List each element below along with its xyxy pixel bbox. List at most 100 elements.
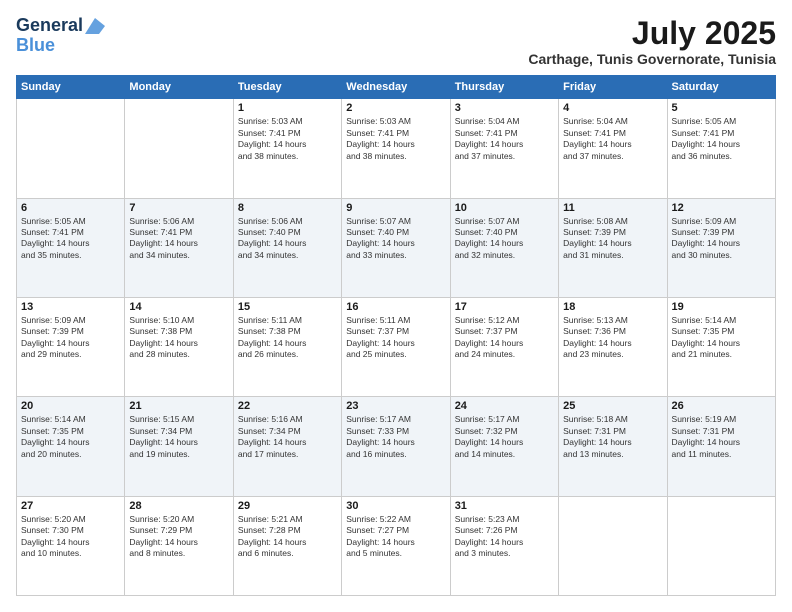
week-row-5: 27Sunrise: 5:20 AM Sunset: 7:30 PM Dayli… bbox=[17, 496, 776, 595]
day-cell: 18 Sunrise: 5:13 AM Sunset: 7:36 PM Dayli… bbox=[559, 297, 667, 396]
day-number: 10 bbox=[455, 202, 554, 214]
day-number: 30 bbox=[346, 500, 445, 512]
day-cell: 16 Sunrise: 5:11 AM Sunset: 7:37 PM Dayli… bbox=[342, 297, 450, 396]
day-number: 7 bbox=[129, 202, 228, 214]
day-info: Sunrise: 5:08 AM Sunset: 7:39 PM Dayligh… bbox=[563, 216, 662, 262]
day-cell: 2 Sunrise: 5:03 AM Sunset: 7:41 PM Daylig… bbox=[342, 99, 450, 198]
day-number: 11 bbox=[563, 202, 662, 214]
day-cell: 24 Sunrise: 5:17 AM Sunset: 7:32 PM Dayli… bbox=[450, 397, 558, 496]
day-number: 18 bbox=[563, 301, 662, 313]
day-cell: 22 Sunrise: 5:16 AM Sunset: 7:34 PM Dayli… bbox=[233, 397, 341, 496]
day-info: Sunrise: 5:14 AM Sunset: 7:35 PM Dayligh… bbox=[672, 315, 771, 361]
day-info: Sunrise: 5:07 AM Sunset: 7:40 PM Dayligh… bbox=[346, 216, 445, 262]
day-number: 14 bbox=[129, 301, 228, 313]
logo-text-general: General bbox=[16, 16, 83, 36]
day-cell bbox=[559, 496, 667, 595]
day-info: Sunrise: 5:11 AM Sunset: 7:37 PM Dayligh… bbox=[346, 315, 445, 361]
day-number: 24 bbox=[455, 400, 554, 412]
title-block: July 2025 Carthage, Tunis Governorate, T… bbox=[528, 16, 776, 67]
day-cell: 30Sunrise: 5:22 AM Sunset: 7:27 PM Dayli… bbox=[342, 496, 450, 595]
day-info: Sunrise: 5:18 AM Sunset: 7:31 PM Dayligh… bbox=[563, 414, 662, 460]
day-number: 22 bbox=[238, 400, 337, 412]
day-number: 8 bbox=[238, 202, 337, 214]
header-cell-friday: Friday bbox=[559, 76, 667, 99]
day-number: 4 bbox=[563, 102, 662, 114]
day-info: Sunrise: 5:14 AM Sunset: 7:35 PM Dayligh… bbox=[21, 414, 120, 460]
day-number: 17 bbox=[455, 301, 554, 313]
day-number: 28 bbox=[129, 500, 228, 512]
day-number: 19 bbox=[672, 301, 771, 313]
header-cell-monday: Monday bbox=[125, 76, 233, 99]
day-cell: 23 Sunrise: 5:17 AM Sunset: 7:33 PM Dayli… bbox=[342, 397, 450, 496]
day-info: Sunrise: 5:20 AM Sunset: 7:29 PM Dayligh… bbox=[129, 514, 228, 560]
day-cell: 26Sunrise: 5:19 AM Sunset: 7:31 PM Dayli… bbox=[667, 397, 775, 496]
day-info: Sunrise: 5:05 AM Sunset: 7:41 PM Dayligh… bbox=[21, 216, 120, 262]
day-cell: 6Sunrise: 5:05 AM Sunset: 7:41 PM Daylig… bbox=[17, 198, 125, 297]
day-number: 25 bbox=[563, 400, 662, 412]
week-row-1: 1 Sunrise: 5:03 AM Sunset: 7:41 PM Daylig… bbox=[17, 99, 776, 198]
header-cell-sunday: Sunday bbox=[17, 76, 125, 99]
day-cell: 1 Sunrise: 5:03 AM Sunset: 7:41 PM Daylig… bbox=[233, 99, 341, 198]
day-number: 13 bbox=[21, 301, 120, 313]
calendar-body: 1 Sunrise: 5:03 AM Sunset: 7:41 PM Daylig… bbox=[17, 99, 776, 596]
day-number: 31 bbox=[455, 500, 554, 512]
day-cell: 27Sunrise: 5:20 AM Sunset: 7:30 PM Dayli… bbox=[17, 496, 125, 595]
day-cell: 17 Sunrise: 5:12 AM Sunset: 7:37 PM Dayli… bbox=[450, 297, 558, 396]
day-cell: 9 Sunrise: 5:07 AM Sunset: 7:40 PM Daylig… bbox=[342, 198, 450, 297]
month-year-title: July 2025 bbox=[528, 16, 776, 51]
day-info: Sunrise: 5:17 AM Sunset: 7:32 PM Dayligh… bbox=[455, 414, 554, 460]
day-info: Sunrise: 5:06 AM Sunset: 7:40 PM Dayligh… bbox=[238, 216, 337, 262]
day-cell: 13 Sunrise: 5:09 AM Sunset: 7:39 PM Dayli… bbox=[17, 297, 125, 396]
day-cell: 8 Sunrise: 5:06 AM Sunset: 7:40 PM Daylig… bbox=[233, 198, 341, 297]
day-cell: 5Sunrise: 5:05 AM Sunset: 7:41 PM Daylig… bbox=[667, 99, 775, 198]
day-number: 2 bbox=[346, 102, 445, 114]
day-cell: 10 Sunrise: 5:07 AM Sunset: 7:40 PM Dayli… bbox=[450, 198, 558, 297]
day-cell: 20 Sunrise: 5:14 AM Sunset: 7:35 PM Dayli… bbox=[17, 397, 125, 496]
day-cell: 12Sunrise: 5:09 AM Sunset: 7:39 PM Dayli… bbox=[667, 198, 775, 297]
header: General Blue July 2025 Carthage, Tunis G… bbox=[16, 16, 776, 67]
week-row-4: 20 Sunrise: 5:14 AM Sunset: 7:35 PM Dayli… bbox=[17, 397, 776, 496]
day-info: Sunrise: 5:17 AM Sunset: 7:33 PM Dayligh… bbox=[346, 414, 445, 460]
week-row-2: 6Sunrise: 5:05 AM Sunset: 7:41 PM Daylig… bbox=[17, 198, 776, 297]
day-cell: 31 Sunrise: 5:23 AM Sunset: 7:26 PM Dayli… bbox=[450, 496, 558, 595]
day-number: 1 bbox=[238, 102, 337, 114]
day-info: Sunrise: 5:06 AM Sunset: 7:41 PM Dayligh… bbox=[129, 216, 228, 262]
header-cell-thursday: Thursday bbox=[450, 76, 558, 99]
day-number: 9 bbox=[346, 202, 445, 214]
day-info: Sunrise: 5:09 AM Sunset: 7:39 PM Dayligh… bbox=[672, 216, 771, 262]
day-info: Sunrise: 5:12 AM Sunset: 7:37 PM Dayligh… bbox=[455, 315, 554, 361]
day-cell: 4 Sunrise: 5:04 AM Sunset: 7:41 PM Daylig… bbox=[559, 99, 667, 198]
day-info: Sunrise: 5:23 AM Sunset: 7:26 PM Dayligh… bbox=[455, 514, 554, 560]
day-number: 23 bbox=[346, 400, 445, 412]
day-info: Sunrise: 5:21 AM Sunset: 7:28 PM Dayligh… bbox=[238, 514, 337, 560]
day-cell: 19 Sunrise: 5:14 AM Sunset: 7:35 PM Dayli… bbox=[667, 297, 775, 396]
day-cell: 25 Sunrise: 5:18 AM Sunset: 7:31 PM Dayli… bbox=[559, 397, 667, 496]
week-row-3: 13 Sunrise: 5:09 AM Sunset: 7:39 PM Dayli… bbox=[17, 297, 776, 396]
day-info: Sunrise: 5:10 AM Sunset: 7:38 PM Dayligh… bbox=[129, 315, 228, 361]
day-cell: 7 Sunrise: 5:06 AM Sunset: 7:41 PM Daylig… bbox=[125, 198, 233, 297]
day-info: Sunrise: 5:13 AM Sunset: 7:36 PM Dayligh… bbox=[563, 315, 662, 361]
header-cell-saturday: Saturday bbox=[667, 76, 775, 99]
day-cell: 14 Sunrise: 5:10 AM Sunset: 7:38 PM Dayli… bbox=[125, 297, 233, 396]
day-info: Sunrise: 5:11 AM Sunset: 7:38 PM Dayligh… bbox=[238, 315, 337, 361]
page: General Blue July 2025 Carthage, Tunis G… bbox=[0, 0, 792, 612]
day-info: Sunrise: 5:04 AM Sunset: 7:41 PM Dayligh… bbox=[563, 116, 662, 162]
calendar-header: SundayMondayTuesdayWednesdayThursdayFrid… bbox=[17, 76, 776, 99]
day-number: 20 bbox=[21, 400, 120, 412]
day-cell bbox=[667, 496, 775, 595]
day-cell bbox=[17, 99, 125, 198]
day-cell bbox=[125, 99, 233, 198]
day-number: 5 bbox=[672, 102, 771, 114]
day-info: Sunrise: 5:03 AM Sunset: 7:41 PM Dayligh… bbox=[346, 116, 445, 162]
day-info: Sunrise: 5:09 AM Sunset: 7:39 PM Dayligh… bbox=[21, 315, 120, 361]
day-info: Sunrise: 5:03 AM Sunset: 7:41 PM Dayligh… bbox=[238, 116, 337, 162]
day-cell: 11 Sunrise: 5:08 AM Sunset: 7:39 PM Dayli… bbox=[559, 198, 667, 297]
day-info: Sunrise: 5:16 AM Sunset: 7:34 PM Dayligh… bbox=[238, 414, 337, 460]
day-cell: 21Sunrise: 5:15 AM Sunset: 7:34 PM Dayli… bbox=[125, 397, 233, 496]
day-number: 21 bbox=[129, 400, 228, 412]
header-row: SundayMondayTuesdayWednesdayThursdayFrid… bbox=[17, 76, 776, 99]
day-info: Sunrise: 5:07 AM Sunset: 7:40 PM Dayligh… bbox=[455, 216, 554, 262]
day-number: 27 bbox=[21, 500, 120, 512]
header-cell-wednesday: Wednesday bbox=[342, 76, 450, 99]
day-number: 16 bbox=[346, 301, 445, 313]
